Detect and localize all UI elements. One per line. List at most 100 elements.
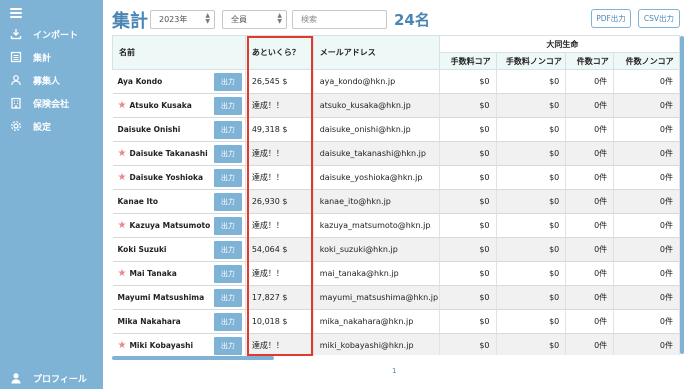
horizontal-scrollbar[interactable] <box>112 356 274 360</box>
table-row: ★ Kazuya Matsumoto 出力 達成！！ kazuya_matsumoto@… <box>112 213 680 238</box>
member-name: Miki Kobayashi <box>129 341 194 350</box>
remaining-cell: 達成！！ <box>245 141 314 166</box>
column-header-count-core[interactable]: 件数コア <box>565 52 615 70</box>
fee-core-cell: $0 <box>439 189 497 214</box>
output-button[interactable]: 出力 <box>213 337 242 355</box>
count-core-cell: 0件 <box>565 213 615 238</box>
output-button[interactable]: 出力 <box>213 241 242 259</box>
vertical-scrollbar[interactable] <box>680 36 684 354</box>
count-core-cell: 0件 <box>565 237 615 262</box>
fee-noncore-cell: $0 <box>496 117 567 142</box>
count-core-cell: 0件 <box>565 165 615 190</box>
column-header-email[interactable]: メールアドレス <box>312 35 440 70</box>
sidebar-item-insurers[interactable]: 保険会社 <box>0 93 103 113</box>
sidebar-item-settings[interactable]: 設定 <box>0 116 103 136</box>
remaining-cell: 26,545 $ <box>245 69 314 94</box>
remaining-cell: 達成！！ <box>245 333 314 355</box>
member-name: Daisuke Onishi <box>117 125 181 134</box>
fee-noncore-cell: $0 <box>496 213 567 238</box>
sidebar-item-import[interactable]: インポート <box>0 24 103 44</box>
count-noncore-cell: 0件 <box>613 309 680 334</box>
sidebar-item-label: 保険会社 <box>33 99 70 110</box>
email-cell: daisuke_takanashi@hkn.jp <box>313 141 440 166</box>
name-cell: Daisuke Onishi 出力 <box>112 117 246 142</box>
fee-core-cell: $0 <box>439 93 497 118</box>
chevron-updown-icon: ▲ ▼ <box>205 12 210 25</box>
email-cell: koki_suzuki@hkn.jp <box>313 237 440 262</box>
table-row: ★ Miki Kobayashi 出力 達成！！ miki_kobayashi@hkn.… <box>112 333 680 355</box>
column-header-fee-noncore[interactable]: 手数料ノンコア <box>495 52 567 70</box>
output-button[interactable]: 出力 <box>213 193 242 211</box>
output-button[interactable]: 出力 <box>213 145 242 163</box>
table-row: Kanae Ito 出力 26,930 $ kanae_ito@hkn.jp $0 $0 0… <box>112 189 680 214</box>
menu-icon[interactable] <box>10 8 22 18</box>
remaining-cell: 54,064 $ <box>245 237 314 262</box>
star-icon: ★ <box>117 148 127 159</box>
output-button[interactable]: 出力 <box>213 97 242 115</box>
fee-noncore-cell: $0 <box>496 333 567 355</box>
count-noncore-cell: 0件 <box>613 237 680 262</box>
column-header-remaining[interactable]: あといくら？ <box>244 35 314 70</box>
member-name: Kazuya Matsumoto <box>129 221 211 230</box>
output-button[interactable]: 出力 <box>213 217 242 235</box>
member-select[interactable]: 全員 ▲ ▼ <box>222 10 287 29</box>
sidebar-item-label: 募集人 <box>33 76 61 87</box>
search-input[interactable] <box>292 10 387 29</box>
table-row: ★ Daisuke Takanashi 出力 達成！！ daisuke_takanash… <box>112 141 680 166</box>
star-icon: ★ <box>117 268 127 279</box>
fee-core-cell: $0 <box>439 309 497 334</box>
fee-core-cell: $0 <box>439 333 497 355</box>
output-button[interactable]: 出力 <box>213 169 242 187</box>
fee-noncore-cell: $0 <box>496 261 567 286</box>
building-icon <box>9 96 23 110</box>
column-header-fee-core[interactable]: 手数料コア <box>438 52 497 70</box>
fee-core-cell: $0 <box>439 117 497 142</box>
count-core-cell: 0件 <box>565 69 615 94</box>
remaining-cell: 達成！！ <box>245 261 314 286</box>
count-noncore-cell: 0件 <box>613 141 680 166</box>
sidebar-item-profile[interactable]: プロフィール <box>0 368 103 388</box>
page-number[interactable]: 1 <box>392 367 396 375</box>
count-noncore-cell: 0件 <box>613 69 680 94</box>
count-noncore-cell: 0件 <box>613 213 680 238</box>
sidebar-item-summary[interactable]: 集計 <box>0 47 103 67</box>
person-icon <box>9 73 23 87</box>
csv-export-button[interactable]: CSV出力 <box>638 9 680 28</box>
fee-core-cell: $0 <box>439 285 497 310</box>
count-noncore-cell: 0件 <box>613 333 680 355</box>
output-button[interactable]: 出力 <box>213 265 242 283</box>
email-cell: miki_kobayashi@hkn.jp <box>313 333 440 355</box>
email-cell: kazuya_matsumoto@hkn.jp <box>313 213 440 238</box>
column-header-count-noncore[interactable]: 件数ノンコア <box>613 52 680 70</box>
table-body: Aya Kondo 出力 26,545 $ aya_kondo@hkn.jp $0 $0 0… <box>112 69 680 355</box>
output-button[interactable]: 出力 <box>213 73 242 91</box>
fee-noncore-cell: $0 <box>496 189 567 214</box>
output-button[interactable]: 出力 <box>213 289 242 307</box>
pdf-export-button[interactable]: PDF出力 <box>591 9 631 28</box>
count-core-cell: 0件 <box>565 333 615 355</box>
email-cell: daisuke_onishi@hkn.jp <box>313 117 440 142</box>
output-button[interactable]: 出力 <box>213 121 242 139</box>
sidebar-item-label: 集計 <box>33 53 52 64</box>
sidebar: インポート 集計 募集人 保険会社 設定 プロフィール <box>0 0 103 389</box>
person-icon <box>9 371 23 385</box>
member-name: Mai Tanaka <box>129 269 177 278</box>
email-cell: aya_kondo@hkn.jp <box>313 69 440 94</box>
member-name: Atsuko Kusaka <box>129 101 192 110</box>
email-cell: kanae_ito@hkn.jp <box>313 189 440 214</box>
member-name: Koki Suzuki <box>117 245 167 254</box>
remaining-cell: 達成！！ <box>245 93 314 118</box>
sidebar-item-label: インポート <box>33 30 79 41</box>
count-core-cell: 0件 <box>565 309 615 334</box>
name-cell: ★ Daisuke Yoshioka 出力 <box>112 165 246 190</box>
column-group-daido: 大同生命 <box>438 35 680 53</box>
count-noncore-cell: 0件 <box>613 117 680 142</box>
fee-core-cell: $0 <box>439 261 497 286</box>
output-button[interactable]: 出力 <box>213 313 242 331</box>
sidebar-item-recruiters[interactable]: 募集人 <box>0 70 103 90</box>
chevron-updown-icon: ▲ ▼ <box>277 12 282 25</box>
year-select[interactable]: 2023年 ▲ ▼ <box>150 10 215 29</box>
column-header-name[interactable]: 名前 <box>112 35 246 70</box>
name-cell: Mika Nakahara 出力 <box>112 309 246 334</box>
member-name: Mayumi Matsushima <box>117 293 205 302</box>
